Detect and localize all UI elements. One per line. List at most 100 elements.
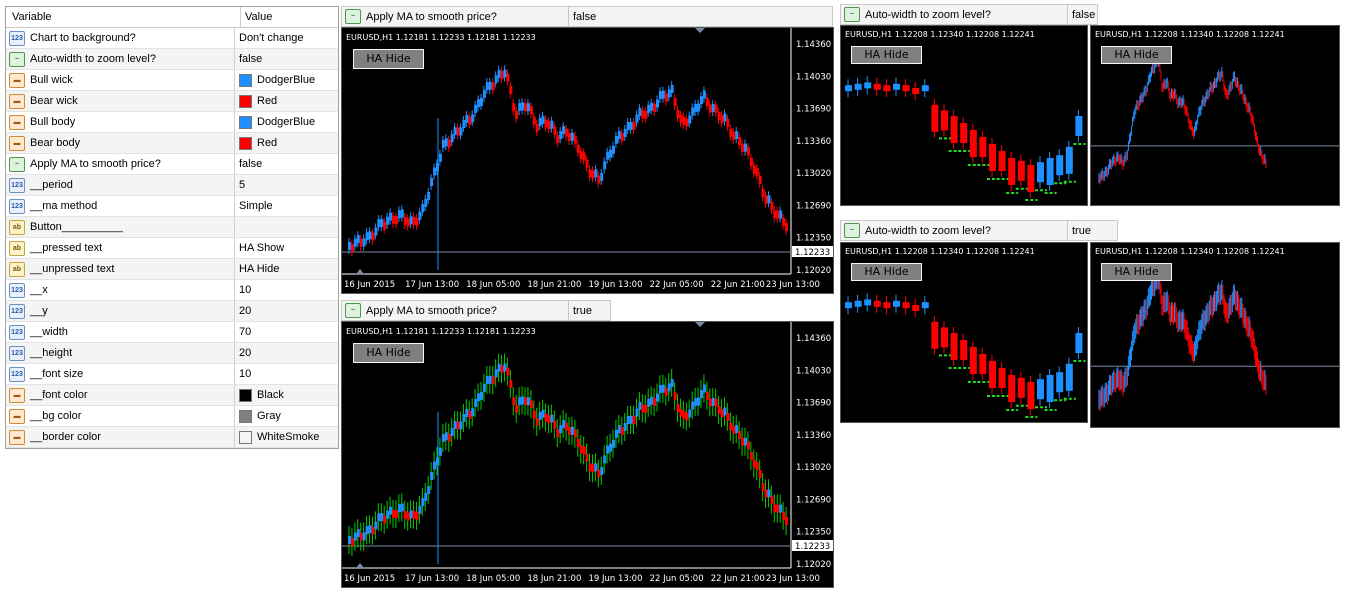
candle-body [694,397,698,406]
candle-body [705,391,709,400]
input-row[interactable]: 123 __font size 10 [6,364,338,385]
input-value[interactable]: 20 [239,305,251,317]
candle-body [764,489,768,498]
input-value[interactable]: Black [257,389,284,401]
input-value[interactable]: WhiteSmoke [257,431,319,443]
input-value[interactable]: Red [257,95,277,107]
input-value[interactable]: 70 [239,326,251,338]
candle-body [468,116,472,125]
ha-hide-button[interactable]: HA Hide [353,343,424,363]
input-value[interactable]: Red [257,137,277,149]
candle-body [694,103,698,112]
input-row[interactable]: 123 __y 20 [6,301,338,322]
input-value[interactable]: DodgerBlue [257,116,315,128]
candle-body [576,438,580,447]
candle-body [845,302,852,309]
candle-body [371,232,375,241]
ha-hide-button[interactable]: HA Hide [1101,263,1172,281]
candle-body [682,116,686,125]
input-value[interactable]: 10 [239,368,251,380]
candle-body [661,384,665,393]
candle-body [776,504,780,513]
setting-value[interactable]: true [1068,225,1091,237]
candle-body [738,431,742,440]
input-row[interactable]: ▬ Bull wick DodgerBlue [6,70,338,91]
candle-body [629,121,633,130]
input-value[interactable]: Don't change [239,32,303,44]
color-icon: ▬ [9,429,25,445]
candle-body [447,139,451,148]
ha-hide-button[interactable]: HA Hide [353,49,424,69]
input-row[interactable]: 123 __ma method Simple [6,196,338,217]
candle-body [400,209,404,218]
setting-value[interactable]: false [569,11,596,23]
input-value[interactable]: DodgerBlue [257,74,315,86]
number-icon: 123 [9,324,25,340]
chart-header: EURUSD,H1 1.12208 1.12340 1.12208 1.1224… [1095,30,1285,39]
ma-setting-bar-true[interactable]: ~ Apply MA to smooth price? true [341,300,611,321]
candle-body [635,408,639,417]
candle-body [570,426,574,435]
input-value[interactable]: false [239,53,262,65]
candle-body [664,387,668,396]
ha-hide-button[interactable]: HA Hide [1101,46,1172,64]
input-row[interactable]: 123 Chart to background? Don't change [6,28,338,49]
setting-value[interactable]: true [569,305,592,317]
input-value[interactable]: 10 [239,284,251,296]
candle-body [427,191,431,200]
setting-value[interactable]: false [1068,9,1095,21]
chart-header: EURUSD,H1 1.12208 1.12340 1.12208 1.1224… [1095,247,1285,256]
input-value[interactable]: HA Hide [239,263,279,275]
value-column-header[interactable]: Value [241,7,338,27]
input-row[interactable]: ▬ Bear body Red [6,133,338,154]
candle-body [550,120,554,129]
chart-ma-false[interactable]: EURUSD,H1 1.12181 1.12233 1.12181 1.1223… [341,27,834,294]
chart-candles-auto-true[interactable]: EURUSD,H1 1.12208 1.12340 1.12208 1.1224… [840,242,1088,423]
input-row[interactable]: ▬ Bull body DodgerBlue [6,112,338,133]
candle-body [653,397,657,406]
input-row[interactable]: ▬ __border color WhiteSmoke [6,427,338,448]
chart-zoomed-auto-false[interactable]: EURUSD,H1 1.12208 1.12340 1.12208 1.1224… [1090,25,1340,206]
input-row[interactable]: ab Button__________ [6,217,338,238]
input-value[interactable]: 5 [239,179,245,191]
input-row[interactable]: 123 __x 10 [6,280,338,301]
input-row[interactable]: ~ Auto-width to zoom level? false [6,49,338,70]
input-value[interactable]: 20 [239,347,251,359]
input-row[interactable]: ab __unpressed text HA Hide [6,259,338,280]
input-row[interactable]: ▬ __bg color Gray [6,406,338,427]
input-row[interactable]: ▬ Bear wick Red [6,91,338,112]
candle-body [494,75,498,84]
input-row[interactable]: 123 __period 5 [6,175,338,196]
auto-width-bar-false[interactable]: ~ Auto-width to zoom level? false [840,4,1098,25]
input-row[interactable]: ▬ __font color Black [6,385,338,406]
candle-body [676,109,680,118]
ha-hide-button[interactable]: HA Hide [851,263,922,281]
candle-body [1037,379,1044,400]
input-value[interactable]: false [239,158,262,170]
variable-column-header[interactable]: Variable [6,7,241,27]
input-value[interactable]: Gray [257,410,281,422]
time-label: 19 Jun 13:00 [589,574,643,584]
candle-body [755,168,759,177]
candle-body [773,210,777,219]
candle-body [921,85,929,92]
candle-body [553,126,557,135]
input-row[interactable]: 123 __width 70 [6,322,338,343]
candle-body [515,110,519,119]
chart-ma-true[interactable]: EURUSD,H1 1.12181 1.12233 1.12181 1.1223… [341,321,834,588]
candle-body [764,195,768,204]
auto-width-bar-true[interactable]: ~ Auto-width to zoom level? true [840,220,1118,241]
input-value[interactable]: HA Show [239,242,284,254]
input-row[interactable]: ab __pressed text HA Show [6,238,338,259]
candle-body [785,223,789,232]
input-row[interactable]: ~ Apply MA to smooth price? false [6,154,338,175]
time-label: 17 Jun 13:00 [405,574,459,584]
ma-setting-bar-false[interactable]: ~ Apply MA to smooth price? false [341,6,833,27]
input-row[interactable]: 123 __height 20 [6,343,338,364]
candle-body [459,127,463,136]
chart-candles-auto-false[interactable]: EURUSD,H1 1.12208 1.12340 1.12208 1.1224… [840,25,1088,206]
candle-body [409,510,413,519]
input-value[interactable]: Simple [239,200,273,212]
ha-hide-button[interactable]: HA Hide [851,46,922,64]
chart-zoomed-auto-true[interactable]: EURUSD,H1 1.12208 1.12340 1.12208 1.1224… [1090,242,1340,428]
